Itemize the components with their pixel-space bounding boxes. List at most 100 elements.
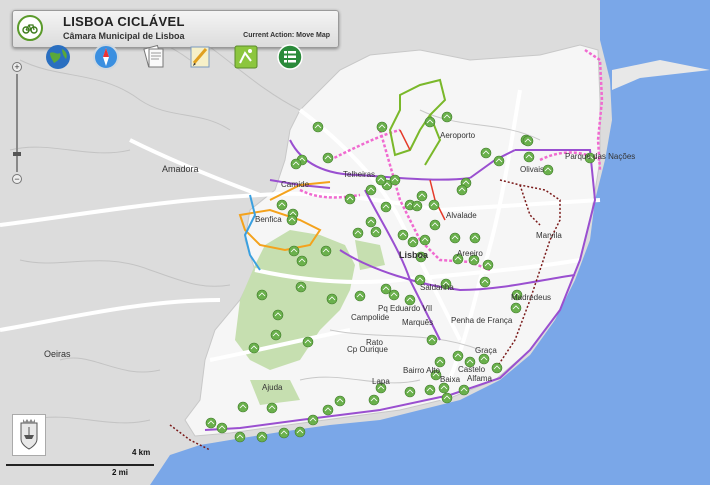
globe-icon[interactable] (44, 43, 72, 71)
bike-station-marker[interactable] (542, 164, 554, 176)
bike-station-marker[interactable] (523, 151, 535, 163)
bike-station-marker[interactable] (441, 392, 453, 404)
label-telheiras: Telheiras (343, 170, 375, 179)
bike-station-marker[interactable] (389, 174, 401, 186)
bike-station-marker[interactable] (478, 353, 490, 365)
zoom-slider-track[interactable] (16, 74, 18, 172)
scale-bar: 4 km 2 mi (6, 418, 156, 477)
bike-station-marker[interactable] (397, 229, 409, 241)
bike-station-marker[interactable] (438, 382, 450, 394)
bike-station-marker[interactable] (458, 384, 470, 396)
bike-station-marker[interactable] (322, 404, 334, 416)
bike-station-marker[interactable] (449, 232, 461, 244)
bike-station-marker[interactable] (276, 199, 288, 211)
bike-station-marker[interactable] (388, 289, 400, 301)
label-areeiro: Areeiro (457, 249, 483, 258)
bike-station-marker[interactable] (334, 395, 346, 407)
bike-station-marker[interactable] (480, 147, 492, 159)
zoom-slider-thumb[interactable] (13, 152, 21, 156)
bike-station-marker[interactable] (493, 155, 505, 167)
bike-station-marker[interactable] (286, 214, 298, 226)
bike-station-marker[interactable] (441, 111, 453, 123)
current-action-status: Current Action: Move Map (243, 32, 330, 39)
bike-station-marker[interactable] (312, 121, 324, 133)
bike-station-marker[interactable] (407, 236, 419, 248)
bike-station-marker[interactable] (270, 329, 282, 341)
bike-station-marker[interactable] (426, 334, 438, 346)
label-baixa: Baixa (440, 375, 461, 384)
bike-station-marker[interactable] (354, 290, 366, 302)
bike-station-marker[interactable] (296, 255, 308, 267)
label-graca: Graça (475, 346, 497, 355)
bike-station-marker[interactable] (307, 414, 319, 426)
scale-mi-label: 2 mi (112, 468, 129, 477)
bike-station-marker[interactable] (365, 216, 377, 228)
bike-station-marker[interactable] (326, 293, 338, 305)
label-campolide: Campolide (351, 313, 390, 322)
bike-station-marker[interactable] (424, 384, 436, 396)
app-subtitle: Câmara Municipal de Lisboa (63, 31, 185, 41)
bike-station-marker[interactable] (266, 402, 278, 414)
bike-station-marker[interactable] (491, 362, 503, 374)
compass-icon[interactable] (92, 43, 120, 71)
document-icon[interactable] (140, 43, 168, 71)
bike-station-marker[interactable] (469, 232, 481, 244)
bike-station-marker[interactable] (322, 152, 334, 164)
label-carnide: Carnide (281, 180, 310, 189)
bike-station-marker[interactable] (429, 219, 441, 231)
bike-station-marker[interactable] (368, 394, 380, 406)
bike-station-marker[interactable] (375, 174, 387, 186)
bike-station-marker[interactable] (205, 417, 217, 429)
bike-station-marker[interactable] (479, 276, 491, 288)
bike-station-marker[interactable] (320, 245, 332, 257)
bike-station-marker[interactable] (416, 190, 428, 202)
bike-station-marker[interactable] (404, 386, 416, 398)
label-parque-nacoes: Parque das Nações (565, 152, 635, 161)
bike-station-marker[interactable] (428, 199, 440, 211)
label-saldanha: Saldanha (420, 283, 454, 292)
bike-station-marker[interactable] (456, 184, 468, 196)
edit-icon[interactable] (186, 43, 214, 71)
label-lisboa: Lisboa (399, 250, 429, 260)
bike-station-marker[interactable] (272, 309, 284, 321)
bike-station-marker[interactable] (234, 431, 246, 443)
label-alvalade: Alvalade (446, 211, 477, 220)
bike-station-marker[interactable] (482, 259, 494, 271)
label-penha-franca: Penha de França (451, 316, 513, 325)
bike-station-marker[interactable] (248, 342, 260, 354)
bike-station-marker[interactable] (522, 135, 534, 147)
bike-station-marker[interactable] (302, 336, 314, 348)
bike-route-icon[interactable] (232, 43, 260, 71)
bike-station-marker[interactable] (295, 281, 307, 293)
app-title: LISBOA CICLÁVEL (63, 14, 185, 29)
bike-station-marker[interactable] (256, 431, 268, 443)
bike-station-marker[interactable] (344, 193, 356, 205)
bike-station-marker[interactable] (411, 200, 423, 212)
bike-station-marker[interactable] (380, 201, 392, 213)
list-icon[interactable] (276, 43, 304, 71)
bike-station-marker[interactable] (452, 350, 464, 362)
label-olivais: Olivais (520, 165, 544, 174)
bike-station-marker[interactable] (376, 121, 388, 133)
bike-station-marker[interactable] (294, 426, 306, 438)
bike-station-marker[interactable] (237, 401, 249, 413)
bike-station-marker[interactable] (288, 245, 300, 257)
bike-station-marker[interactable] (278, 427, 290, 439)
bike-station-marker[interactable] (510, 302, 522, 314)
zoom-in-button[interactable]: + (12, 62, 22, 72)
bike-station-marker[interactable] (419, 234, 431, 246)
label-rato: Rato (366, 338, 383, 347)
bike-station-marker[interactable] (424, 116, 436, 128)
bike-station-marker[interactable] (216, 422, 228, 434)
label-marvila: Marvila (536, 231, 562, 240)
bike-station-marker[interactable] (290, 158, 302, 170)
bike-station-marker[interactable] (352, 227, 364, 239)
bicycle-logo-icon (17, 15, 43, 41)
bike-station-marker[interactable] (256, 289, 268, 301)
label-alfama: Alfama (467, 374, 492, 383)
bike-station-marker[interactable] (365, 184, 377, 196)
bike-station-marker[interactable] (370, 226, 382, 238)
label-lapa: Lapa (372, 377, 390, 386)
label-benfica: Benfica (255, 215, 282, 224)
zoom-out-button[interactable]: − (12, 174, 22, 184)
